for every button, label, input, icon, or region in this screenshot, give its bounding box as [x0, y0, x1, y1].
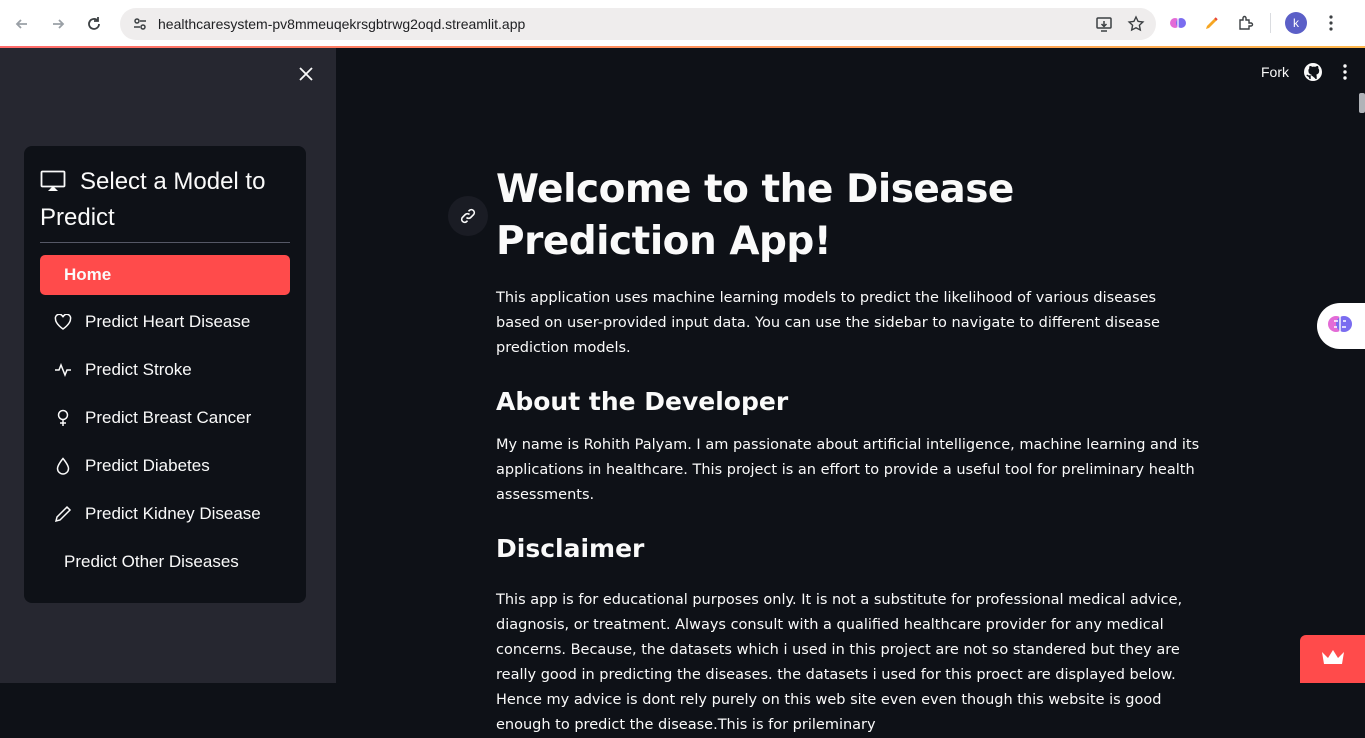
sidebar-item-label: Predict Kidney Disease [85, 504, 261, 523]
intro-text: This application uses machine learning m… [496, 290, 1160, 356]
toolbar-divider [1270, 13, 1271, 33]
sidebar-item-label: Predict Breast Cancer [85, 408, 252, 427]
sidebar-item-kidney-disease[interactable]: Predict Kidney Disease [40, 494, 290, 534]
app-header: Fork [1261, 62, 1365, 82]
scrollbar-thumb[interactable] [1359, 93, 1365, 113]
bookmark-star-icon[interactable] [1126, 14, 1146, 34]
app-menu-icon[interactable] [1337, 62, 1353, 82]
female-icon [53, 408, 73, 428]
install-app-icon[interactable] [1094, 14, 1114, 34]
pen-extension-icon[interactable] [1202, 13, 1222, 33]
droplet-icon [53, 456, 73, 476]
header-link-icon[interactable] [448, 196, 488, 236]
back-icon[interactable] [10, 12, 34, 36]
sidebar-item-label: Predict Diabetes [85, 456, 210, 475]
site-settings-icon[interactable] [130, 14, 150, 34]
fork-button[interactable]: Fork [1261, 64, 1289, 80]
sidebar-item-label: Predict Other Diseases [64, 552, 239, 571]
sidebar-item-label: Predict Heart Disease [85, 312, 251, 331]
heart-icon [53, 312, 73, 332]
sidebar-item-label: Home [64, 265, 112, 284]
menu-divider [40, 242, 290, 243]
crown-icon [1320, 648, 1346, 671]
sidebar-item-label: Predict Stroke [85, 360, 192, 379]
disclaimer-heading: Disclaimer [496, 534, 645, 563]
browser-menu-icon[interactable] [1321, 13, 1341, 33]
about-text: My name is Rohith Palyam. I am passionat… [496, 437, 1200, 503]
sidebar-close-icon[interactable] [296, 64, 316, 84]
activity-icon [53, 360, 73, 380]
browser-toolbar: healthcaresystem-pv8mmeuqekrsgbtrwg2oqd.… [0, 0, 1365, 48]
forward-icon[interactable] [46, 12, 70, 36]
disclaimer-text: This app is for educational purposes onl… [496, 592, 1183, 733]
brain-assistant-button[interactable] [1317, 303, 1365, 349]
url-text: healthcaresystem-pv8mmeuqekrsgbtrwg2oqd.… [158, 16, 526, 32]
sidebar-item-home[interactable]: Home [40, 255, 290, 295]
sidebar: Select a Model to Predict Home Predict H… [0, 48, 336, 683]
menu-header: Select a Model to Predict [40, 164, 290, 236]
reload-icon[interactable] [82, 12, 106, 36]
menu-title: Select a Model to Predict [40, 168, 266, 231]
streamlit-badge-button[interactable] [1300, 635, 1365, 683]
sidebar-item-stroke[interactable]: Predict Stroke [40, 350, 290, 390]
sidebar-item-heart-disease[interactable]: Predict Heart Disease [40, 302, 290, 342]
extensions-puzzle-icon[interactable] [1236, 13, 1256, 33]
page-title: Welcome to the Disease Prediction App! [496, 167, 1014, 264]
main-content: Fork Welcome to the Disease Prediction A… [336, 48, 1365, 733]
option-menu: Select a Model to Predict Home Predict H… [24, 146, 306, 603]
sidebar-item-other-diseases[interactable]: Predict Other Diseases [40, 542, 290, 582]
sidebar-item-breast-cancer[interactable]: Predict Breast Cancer [40, 398, 290, 438]
address-bar[interactable]: healthcaresystem-pv8mmeuqekrsgbtrwg2oqd.… [120, 8, 1156, 40]
sidebar-item-diabetes[interactable]: Predict Diabetes [40, 446, 290, 486]
profile-avatar[interactable]: k [1285, 12, 1307, 34]
about-heading: About the Developer [496, 387, 789, 416]
page-body: Welcome to the Disease Prediction App! T… [496, 164, 1216, 738]
brain-icon [1327, 311, 1353, 342]
github-icon[interactable] [1303, 62, 1323, 82]
brain-extension-icon[interactable] [1168, 13, 1188, 33]
pencil-icon [53, 504, 73, 524]
cast-icon [40, 167, 66, 191]
